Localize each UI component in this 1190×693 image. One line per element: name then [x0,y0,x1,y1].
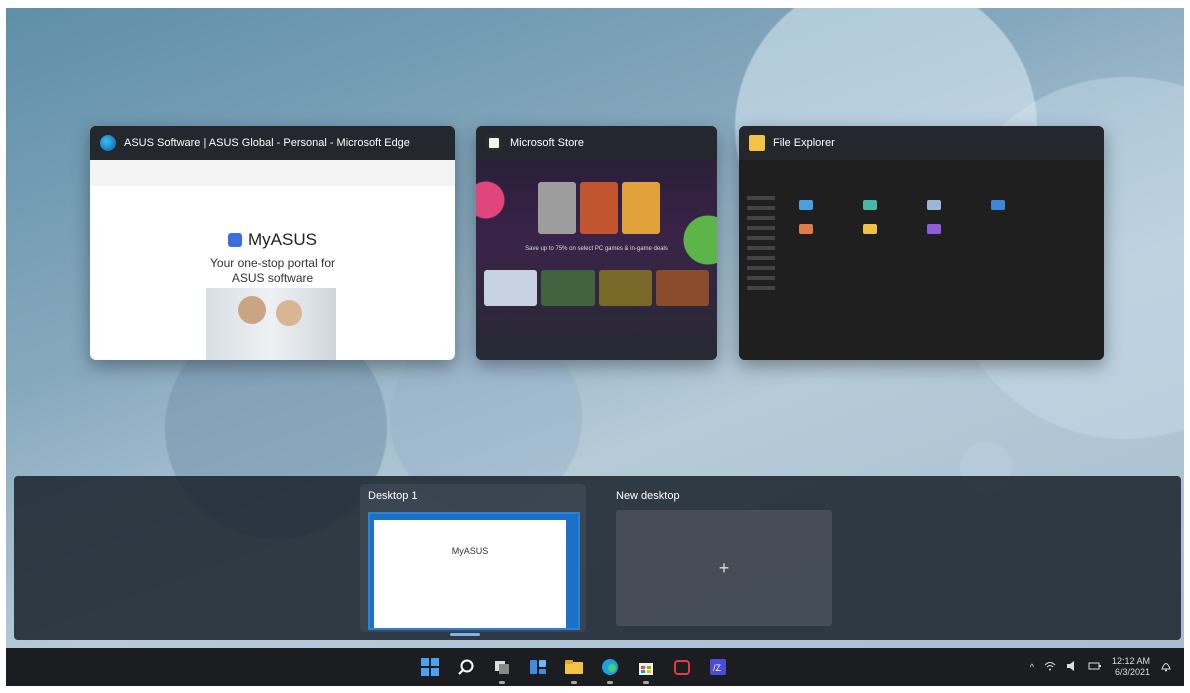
store-window-content: Save up to 75% on select PC games & in-g… [476,160,717,360]
edge-window-content: MyASUS Your one-stop portal for ASUS sof… [90,160,455,360]
explorer-window-titlebar: File Explorer [739,126,1104,160]
folder-icon [927,200,941,210]
explorer-window-content [739,160,1104,360]
edge-window-title: ASUS Software | ASUS Global - Personal -… [124,137,410,149]
folder-icon [749,135,765,151]
virtual-desktops-bar: Desktop 1 MyASUS New desktop + [14,476,1181,640]
taskbar-icons: /Z [418,648,730,686]
folder-icon [799,200,813,210]
store-window-titlebar: Microsoft Store [476,126,717,160]
store-banner: Save up to 75% on select PC games & in-g… [525,246,668,252]
myasus-heading-text: MyASUS [248,230,317,249]
edge-icon[interactable] [598,655,622,684]
active-desktop-indicator [450,633,480,636]
clock-time: 12:12 AM [1111,656,1150,666]
widgets-icon[interactable] [526,655,550,679]
store-tile [541,270,595,306]
system-tray: ^ 12:12 AM 6/3/2021 [1030,648,1172,686]
folder-icon [927,224,941,234]
desktop-1[interactable]: Desktop 1 MyASUS [360,484,586,632]
myasus-heading: MyASUS [90,230,455,250]
file-explorer-icon[interactable] [562,655,586,684]
svg-text:/Z: /Z [713,663,722,673]
store-app-row [484,270,709,306]
myasus-icon[interactable] [670,655,694,679]
app-icon[interactable]: /Z [706,655,730,679]
battery-icon[interactable] [1088,661,1102,673]
new-desktop-button[interactable]: + [616,510,832,626]
desktop-1-thumbnail[interactable]: MyASUS [368,512,580,630]
browser-toolbar [90,160,455,187]
desktop-1-preview-heading: MyASUS [451,546,489,556]
store-icon[interactable] [634,655,658,684]
edge-icon [100,135,116,151]
store-window-title: Microsoft Store [510,137,584,149]
volume-icon[interactable] [1066,661,1078,673]
store-tile [580,182,618,234]
plus-icon: + [718,557,730,578]
chevron-up-icon[interactable]: ^ [1030,662,1034,672]
folder-icon [991,200,1005,210]
store-tile [484,270,538,306]
desktop-1-preview: MyASUS [374,520,566,628]
store-icon [486,135,502,151]
notifications-icon[interactable] [1160,660,1172,674]
page-tagline: Your one-stop portal for ASUS software [90,256,455,286]
myasus-logo-icon [228,233,243,247]
desktop-background: ASUS Software | ASUS Global - Personal -… [6,8,1184,686]
store-tile [622,182,660,234]
store-tile [598,270,652,306]
page-tagline-line-2: ASUS software [231,271,314,285]
store-tile [655,270,709,306]
clock-date: 6/3/2021 [1114,667,1150,677]
browser-page: MyASUS Your one-stop portal for ASUS sof… [90,186,455,360]
folder-icon [863,200,877,210]
page-tagline-line-1: Your one-stop portal for [210,256,335,270]
edge-window-titlebar: ASUS Software | ASUS Global - Personal -… [90,126,455,160]
new-desktop[interactable]: New desktop + [608,484,832,632]
explorer-nav-pane [739,190,789,360]
new-desktop-label: New desktop [616,490,680,502]
store-tile [538,182,576,234]
explorer-window-title: File Explorer [773,137,835,149]
store-feature-tiles [538,182,660,234]
store-window-thumbnail[interactable]: Microsoft Store Save up to 75% on select… [476,126,717,360]
desktop-1-label: Desktop 1 [368,490,418,502]
search-icon[interactable] [454,655,478,679]
wifi-icon[interactable] [1044,661,1056,673]
windows-start-icon[interactable] [418,655,442,679]
explorer-window-thumbnail[interactable]: File Explorer [739,126,1104,360]
task-view-icon[interactable] [490,655,514,684]
folder-icon [863,224,877,234]
taskbar: /Z ^ 12:12 AM 6/3/2021 [6,648,1184,686]
edge-window-thumbnail[interactable]: ASUS Software | ASUS Global - Personal -… [90,126,455,360]
clock[interactable]: 12:12 AM 6/3/2021 [1112,656,1150,678]
folder-icon [799,224,813,234]
people-photo [206,288,336,360]
